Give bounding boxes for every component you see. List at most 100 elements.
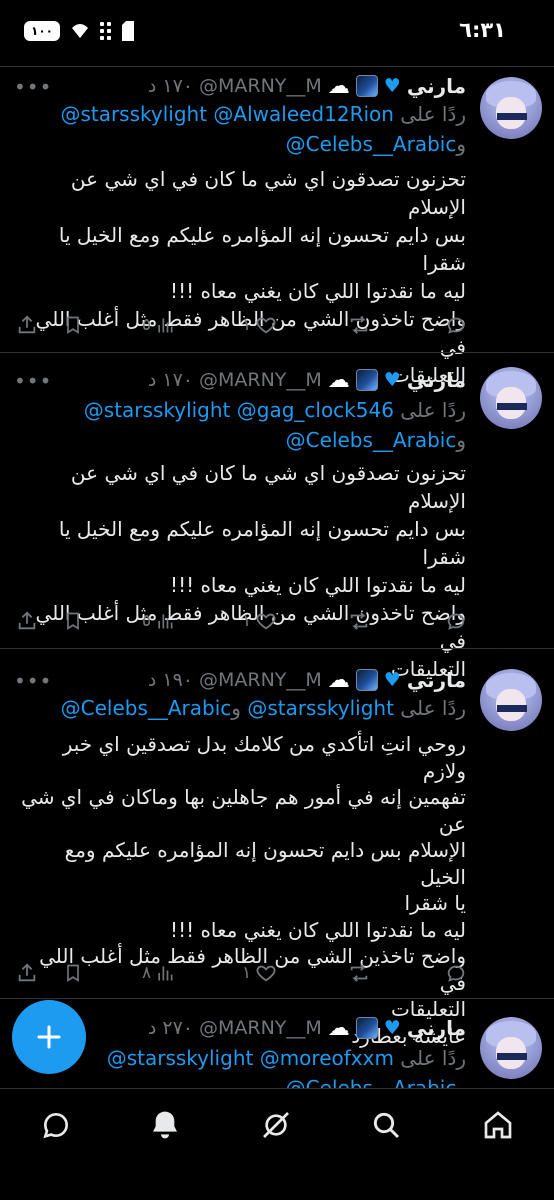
tweet-text-line: الإسلام بس دايم تحسون إنه المؤامره عليكم… — [64, 838, 466, 889]
bookmark-icon[interactable] — [63, 311, 83, 339]
handle[interactable]: @MARNY__M — [199, 1017, 322, 1039]
mention-link[interactable]: @Celebs__Arabic — [61, 696, 232, 720]
views-button[interactable]: ٥ — [142, 311, 175, 339]
handle[interactable]: @MARNY__M — [199, 369, 322, 391]
tweet-text-line: ليه ما نقدتوا اللي كان يغني معاه !!! — [170, 279, 466, 303]
tweet[interactable]: مارني ♥ ☁ @MARNY__M ١٧٠ د ••• ردًا على @… — [0, 352, 554, 681]
search-icon — [373, 1112, 400, 1139]
blue-heart-emoji: ♥ — [383, 1017, 401, 1039]
mention-link[interactable]: @Celebs__Arabic — [286, 132, 457, 156]
timestamp[interactable]: ١٧٠ د — [148, 369, 193, 391]
cloud-emoji: ☁ — [327, 73, 350, 99]
tweet-text-line: تحزنون تصدقون اي شي ما كان في اي شي عن ا… — [70, 167, 466, 219]
sim-icon — [122, 21, 134, 41]
share-icon[interactable] — [16, 311, 38, 339]
views-icon — [158, 966, 173, 981]
tweet-header: مارني ♥ ☁ @MARNY__M ١٩٠ د — [148, 665, 466, 695]
avatar[interactable] — [480, 1017, 542, 1079]
retweet-icon[interactable] — [347, 607, 371, 635]
timestamp[interactable]: ١٩٠ د — [148, 669, 193, 691]
timestamp[interactable]: ٢٧٠ د — [148, 1017, 193, 1039]
tweet-text-line: بس دايم تحسون إنه المؤامره عليكم ومع الخ… — [58, 223, 466, 275]
cloud-emoji: ☁ — [327, 367, 350, 393]
like-button[interactable]: ١ — [242, 311, 277, 339]
blue-heart-emoji: ♥ — [383, 669, 401, 691]
heart-icon — [256, 613, 276, 630]
display-name[interactable]: مارني — [407, 74, 466, 98]
avatar[interactable] — [480, 669, 542, 731]
home-tab[interactable] — [480, 1107, 516, 1143]
mention-link[interactable]: @starsskylight @moreofxxm — [107, 1046, 394, 1070]
timestamp[interactable]: ١٧٠ د — [148, 75, 193, 97]
reply-to: ردًا على @starsskylight @Alwaleed12Rion … — [16, 99, 466, 159]
mention-link[interactable]: @starsskylight @Alwaleed12Rion — [60, 102, 394, 126]
galaxy-emoji — [355, 75, 378, 97]
retweet-icon[interactable] — [347, 959, 371, 987]
bookmark-icon[interactable] — [63, 959, 83, 987]
tweet[interactable]: مارني ♥ ☁ @MARNY__M ١٧٠ د ••• ردًا على @… — [0, 66, 554, 387]
more-options-icon[interactable]: ••• — [14, 669, 52, 693]
battery-icon: ١٠٠ — [24, 21, 60, 41]
like-count: ١ — [242, 315, 252, 335]
tweet-text-line: ليه ما نقدتوا اللي كان يغني معاه !!! — [170, 917, 466, 942]
tweet-text-line: روحي انتِ اتأكدي من كلامك بدل تصدقين اي … — [62, 732, 466, 783]
avatar[interactable] — [480, 77, 542, 139]
handle[interactable]: @MARNY__M — [199, 669, 322, 691]
notifications-tab[interactable] — [147, 1107, 183, 1143]
blue-heart-emoji: ♥ — [383, 75, 401, 97]
blue-heart-emoji: ♥ — [383, 369, 401, 391]
display-name[interactable]: مارني — [407, 668, 466, 692]
handle[interactable]: @MARNY__M — [199, 75, 322, 97]
like-count: ١ — [242, 611, 252, 631]
reply-icon[interactable] — [444, 607, 468, 635]
views-button[interactable]: ٥ — [142, 607, 175, 635]
reply-icon[interactable] — [444, 311, 468, 339]
like-button[interactable]: ١ — [242, 607, 277, 635]
mention-link[interactable]: @starsskylight @gag_clock546 — [84, 398, 394, 422]
cloud-emoji: ☁ — [327, 667, 350, 693]
avatar[interactable] — [480, 367, 542, 429]
compose-button[interactable] — [12, 1000, 86, 1074]
views-count: ٥ — [142, 315, 152, 335]
retweet-icon[interactable] — [347, 311, 371, 339]
signal-icon — [100, 22, 111, 40]
reply-prefix: ردًا على — [400, 102, 466, 126]
tweet-text-line: يا شقرا — [404, 891, 466, 915]
search-tab[interactable] — [368, 1107, 404, 1143]
more-options-icon[interactable]: ••• — [14, 369, 52, 393]
tweet-header: مارني ♥ ☁ @MARNY__M ١٧٠ د — [148, 365, 466, 395]
tweet-text-line: ليه ما نقدتوا اللي كان يغني معاه !!! — [170, 573, 466, 597]
like-button[interactable]: ١ — [242, 959, 277, 987]
reply-prefix: ردًا على — [400, 696, 466, 720]
reply-to: ردًا على @starsskylight @gag_clock546 و@… — [16, 395, 466, 455]
status-time: ٦:٣١ — [459, 18, 506, 42]
heart-icon — [256, 317, 276, 334]
share-icon[interactable] — [16, 959, 38, 987]
mention-link[interactable]: @starsskylight — [247, 696, 394, 720]
display-name[interactable]: مارني — [407, 368, 466, 392]
reply-icon[interactable] — [444, 959, 468, 987]
more-options-icon[interactable]: ••• — [14, 75, 52, 99]
reply-conj: و — [456, 1076, 466, 1088]
home-icon — [484, 1111, 512, 1139]
mention-link[interactable]: @Celebs__Arabic — [286, 428, 457, 452]
tweet[interactable]: مارني ♥ ☁ @MARNY__M ١٩٠ د ••• ردًا على @… — [0, 648, 554, 1048]
reply-conj: و — [231, 696, 241, 720]
views-icon — [158, 318, 173, 333]
messages-icon — [43, 1112, 69, 1139]
tweet-actions: ٥ ١ — [0, 607, 554, 635]
views-button[interactable]: ٨ — [142, 959, 175, 987]
bookmark-icon[interactable] — [63, 607, 83, 635]
messages-tab[interactable] — [38, 1107, 74, 1143]
share-icon[interactable] — [16, 607, 38, 635]
wifi-icon — [72, 24, 88, 38]
reply-conj: و — [456, 132, 466, 156]
tweet-actions: ٥ ١ — [0, 311, 554, 339]
grok-tab[interactable] — [258, 1107, 294, 1143]
galaxy-emoji — [355, 369, 378, 391]
heart-icon — [256, 965, 276, 982]
display-name[interactable]: مارني — [407, 1016, 466, 1040]
tweet-header: مارني ♥ ☁ @MARNY__M ١٧٠ د — [148, 71, 466, 101]
grok-icon — [263, 1112, 289, 1138]
mention-link[interactable]: @Celebs__Arabic — [286, 1076, 457, 1088]
